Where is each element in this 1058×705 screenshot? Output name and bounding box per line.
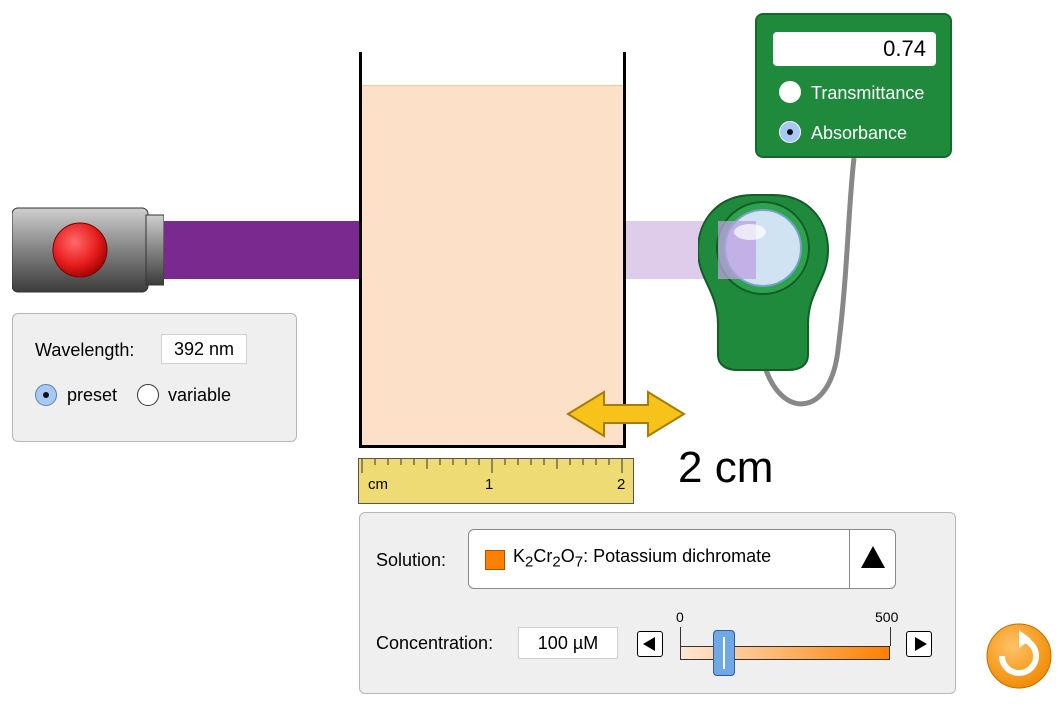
- preset-radio[interactable]: [35, 384, 57, 406]
- double-arrow-icon[interactable]: [566, 390, 686, 438]
- reset-icon[interactable]: [985, 622, 1053, 690]
- slider-min-tick: [680, 627, 681, 646]
- dropdown-separator: [849, 530, 850, 588]
- ruler-mark-2: 2: [617, 476, 625, 493]
- ruler[interactable]: cm 1 2: [358, 458, 634, 504]
- wavelength-label: Wavelength:: [35, 340, 135, 360]
- ruler-mark-1: 1: [485, 476, 493, 493]
- meter-display: 0.74: [773, 32, 936, 66]
- wavelength-value: 392 nm: [161, 334, 247, 364]
- solution-dropdown[interactable]: K2Cr2O7: Potassium dichromate: [468, 529, 896, 589]
- solution-color-swatch: [485, 550, 505, 570]
- triangle-up-icon[interactable]: [861, 546, 885, 568]
- variable-label[interactable]: variable: [168, 385, 231, 406]
- concentration-value: 100 µM: [518, 627, 618, 659]
- cuvette-bottom: [359, 445, 626, 448]
- solution-label: Solution:: [376, 550, 447, 570]
- light-power-button: [52, 222, 108, 278]
- concentration-increase-button[interactable]: [906, 631, 932, 657]
- concentration-slider-thumb[interactable]: [713, 630, 735, 676]
- light-beam: [164, 221, 362, 279]
- formula-o: O: [560, 546, 575, 566]
- formula-sub-3: 7: [574, 553, 584, 571]
- solution-panel: Solution: K2Cr2O7: Potassium dichromate …: [359, 512, 956, 694]
- wavelength-panel: Wavelength: 392 nm preset variable: [12, 313, 297, 442]
- solution-name: K2Cr2O7: Potassium dichromate: [513, 546, 772, 571]
- ruler-unit-label: cm: [368, 476, 388, 493]
- solution-name-text: Potassium dichromate: [593, 546, 772, 566]
- absorbance-label[interactable]: Absorbance: [811, 123, 907, 144]
- absorbance-meter: 0.74 Transmittance Absorbance: [755, 13, 952, 158]
- detector-probe[interactable]: [698, 150, 908, 415]
- variable-radio[interactable]: [137, 384, 159, 406]
- absorbance-radio[interactable]: [779, 121, 801, 143]
- cuvette-wall-right[interactable]: [623, 52, 626, 448]
- path-length-label: 2 cm: [678, 443, 774, 492]
- light-source: [12, 207, 164, 293]
- cuvette-wall-left: [359, 52, 362, 448]
- preset-label[interactable]: preset: [67, 385, 117, 406]
- transmittance-radio[interactable]: [779, 81, 801, 103]
- formula-cr: Cr: [533, 546, 553, 566]
- transmittance-label[interactable]: Transmittance: [811, 83, 924, 104]
- arrow-left-icon: [643, 637, 655, 651]
- formula-sub-2: 2: [552, 553, 561, 571]
- arrow-right-icon: [915, 637, 927, 651]
- formula-k: K: [513, 546, 526, 566]
- slider-max-label: 500: [875, 609, 899, 625]
- concentration-label: Concentration:: [376, 633, 494, 653]
- concentration-slider-track[interactable]: [680, 646, 890, 660]
- slider-max-tick: [890, 627, 891, 646]
- concentration-decrease-button[interactable]: [637, 631, 663, 657]
- slider-min-label: 0: [676, 609, 684, 625]
